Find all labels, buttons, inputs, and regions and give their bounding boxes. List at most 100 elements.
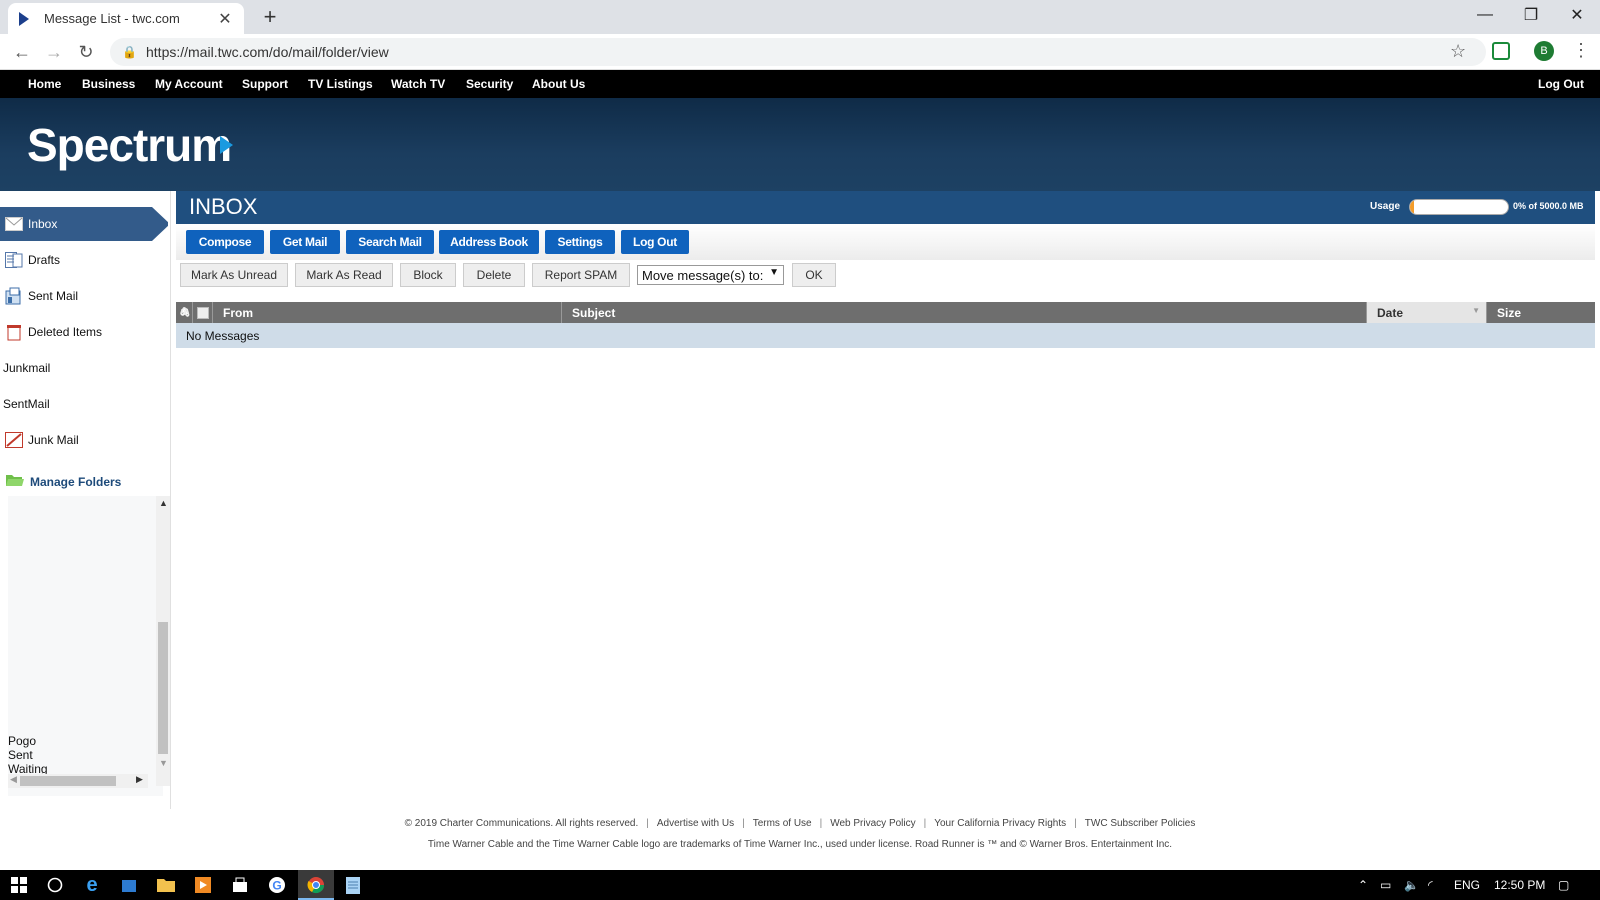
move-to-select[interactable]: Move message(s) to: ▼ [637,265,784,285]
wifi-icon[interactable]: ◜ [1428,878,1433,892]
battery-icon[interactable]: ▭ [1380,878,1391,892]
compose-button[interactable]: Compose [186,230,264,254]
folder-tree-panel: Pogo Sent Waiting ▲ ▼ ◀ ▶ [8,496,170,796]
folder-deleted-items[interactable]: Deleted Items [0,315,168,349]
forward-icon[interactable]: → [42,41,66,63]
vertical-scroll-thumb[interactable] [158,622,168,754]
manage-folders-link[interactable]: Manage Folders [6,473,121,490]
spectrum-logo[interactable]: Spectrum [27,118,232,172]
footer-separator: | [1074,818,1077,829]
dropdown-caret-icon: ▼ [769,267,779,278]
select-all-checkbox[interactable] [192,302,212,323]
sidebar-divider [170,191,171,809]
close-window-icon[interactable]: ✕ [1554,0,1600,30]
logo-arrow-icon [220,136,233,154]
nav-log-out[interactable]: Log Out [1538,77,1584,91]
nav-my-account[interactable]: My Account [155,77,223,91]
footer-link-california[interactable]: Your California Privacy Rights [934,818,1066,829]
nav-security[interactable]: Security [466,77,513,91]
clock[interactable]: 12:50 PM [1494,878,1545,892]
column-size[interactable]: Size [1486,302,1595,323]
footer-link-policies[interactable]: TWC Subscriber Policies [1085,818,1196,829]
tree-item-sent[interactable]: Sent [8,748,48,762]
footer-link-privacy[interactable]: Web Privacy Policy [830,818,915,829]
profile-avatar[interactable]: B [1534,41,1554,61]
notifications-icon[interactable]: ▢ [1558,878,1569,892]
scroll-right-icon[interactable]: ▶ [136,774,143,785]
folder-junk-mail[interactable]: Junk Mail [0,423,168,457]
mark-as-read-button[interactable]: Mark As Read [295,263,393,287]
notepad-icon[interactable] [342,875,364,895]
search-mail-button[interactable]: Search Mail [346,230,434,254]
mail-toolbar: Compose Get Mail Search Mail Address Boo… [176,224,1595,260]
horizontal-scrollbar[interactable]: ◀ ▶ [8,774,148,788]
footer-link-advertise[interactable]: Advertise with Us [657,818,734,829]
nav-tv-listings[interactable]: TV Listings [308,77,373,91]
sent-icon [4,287,24,305]
scroll-left-icon[interactable]: ◀ [10,774,17,785]
vertical-scrollbar[interactable]: ▲ ▼ [156,496,170,786]
search-circle-icon[interactable] [44,875,66,895]
address-bar[interactable]: 🔒 https://mail.twc.com/do/mail/folder/vi… [110,38,1486,66]
folder-sentmail[interactable]: SentMail [0,387,168,421]
sort-desc-icon: ▼ [1472,306,1480,315]
get-mail-button[interactable]: Get Mail [270,230,340,254]
browser-tab[interactable]: Message List - twc.com ✕ [8,3,244,34]
lock-icon: 🔒 [122,45,137,59]
column-from[interactable]: From [212,302,561,323]
folder-drafts[interactable]: Drafts [0,243,168,277]
tray-chevron-icon[interactable]: ⌃ [1358,878,1368,892]
file-explorer-icon[interactable] [155,875,177,895]
horizontal-scroll-thumb[interactable] [20,776,116,786]
windows-start-icon[interactable] [8,875,30,895]
column-date[interactable]: Date ▼ [1366,302,1486,323]
media-player-icon[interactable] [192,875,214,895]
attachment-column-icon[interactable]: 🖇 [176,302,190,323]
browser-menu-icon[interactable]: ⋮ [1572,40,1590,61]
nav-about-us[interactable]: About Us [532,77,585,91]
edge-browser-icon[interactable]: e [81,874,103,896]
folder-open-icon [6,473,24,490]
folder-junkmail[interactable]: Junkmail [0,351,168,385]
report-spam-button[interactable]: Report SPAM [532,263,630,287]
tree-item-pogo[interactable]: Pogo [8,734,48,748]
scroll-down-icon[interactable]: ▼ [159,758,168,768]
store-icon[interactable] [118,875,140,895]
new-tab-button[interactable]: + [258,4,282,30]
nav-home[interactable]: Home [28,77,61,91]
scroll-up-icon[interactable]: ▲ [159,498,168,508]
chrome-icon[interactable] [305,875,327,895]
block-button[interactable]: Block [400,263,456,287]
ok-button[interactable]: OK [792,263,836,287]
browser-toolbar: ← → ↻ 🔒 https://mail.twc.com/do/mail/fol… [0,34,1600,70]
tab-close-icon[interactable]: ✕ [216,9,234,29]
folder-label: SentMail [3,397,50,411]
settings-button[interactable]: Settings [545,230,615,254]
junk-icon [4,431,24,449]
extension-icon[interactable] [1492,42,1510,60]
bookmark-star-icon[interactable]: ☆ [1450,41,1466,62]
restore-icon[interactable]: ❐ [1508,0,1554,30]
address-book-button[interactable]: Address Book [439,230,539,254]
folder-sent-mail[interactable]: Sent Mail [0,279,168,313]
mark-as-unread-button[interactable]: Mark As Unread [180,263,288,287]
google-icon[interactable]: G [266,875,288,895]
column-subject[interactable]: Subject [561,302,1366,323]
nav-business[interactable]: Business [82,77,135,91]
nav-support[interactable]: Support [242,77,288,91]
back-icon[interactable]: ← [10,41,34,63]
log-out-button[interactable]: Log Out [621,230,689,254]
folder-header: INBOX Usage 0% of 5000.0 MB [176,191,1595,224]
site-top-nav: Home Business My Account Support TV List… [0,70,1600,98]
move-to-value: Move message(s) to: [642,267,764,283]
folder-inbox[interactable]: Inbox [0,207,168,241]
delete-button[interactable]: Delete [463,263,525,287]
nav-watch-tv[interactable]: Watch TV [391,77,445,91]
app-icon[interactable] [229,875,251,895]
volume-icon[interactable]: 🔈 [1404,878,1419,892]
reload-icon[interactable]: ↻ [74,41,98,63]
footer-links: © 2019 Charter Communications. All right… [0,818,1600,829]
language-indicator[interactable]: ENG [1454,878,1480,892]
minimize-icon[interactable]: — [1462,0,1508,30]
footer-link-terms[interactable]: Terms of Use [753,818,812,829]
